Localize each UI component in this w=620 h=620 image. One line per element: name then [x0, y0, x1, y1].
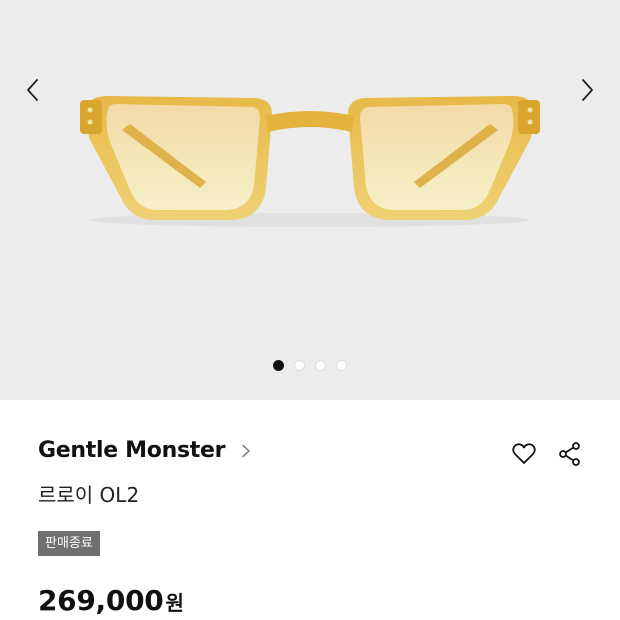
product-image	[80, 96, 540, 227]
chevron-left-icon	[27, 79, 38, 101]
price-amount: 269,000	[38, 584, 164, 617]
product-name: 르로이 OL2	[38, 483, 140, 507]
carousel-dot[interactable]	[315, 360, 326, 371]
product-price: 269,000 원	[38, 584, 184, 617]
product-actions	[510, 440, 584, 468]
brand-name: Gentle Monster	[38, 438, 226, 463]
brand-link[interactable]: Gentle Monster	[38, 438, 253, 463]
heart-icon	[512, 443, 536, 464]
price-currency: 원	[165, 591, 184, 615]
chevron-right-icon	[239, 444, 253, 458]
carousel-dot[interactable]	[273, 360, 284, 371]
share-icon	[559, 442, 580, 466]
chevron-right-icon	[582, 79, 593, 101]
carousel-dot[interactable]	[336, 360, 347, 371]
carousel-dot[interactable]	[294, 360, 305, 371]
status-badge: 판매종료	[38, 531, 100, 556]
wishlist-button[interactable]	[510, 440, 538, 468]
next-image-button[interactable]	[572, 76, 600, 104]
carousel-indicator	[0, 360, 620, 372]
share-button[interactable]	[556, 440, 584, 468]
prev-image-button[interactable]	[20, 76, 48, 104]
product-image-gallery[interactable]	[0, 0, 620, 400]
